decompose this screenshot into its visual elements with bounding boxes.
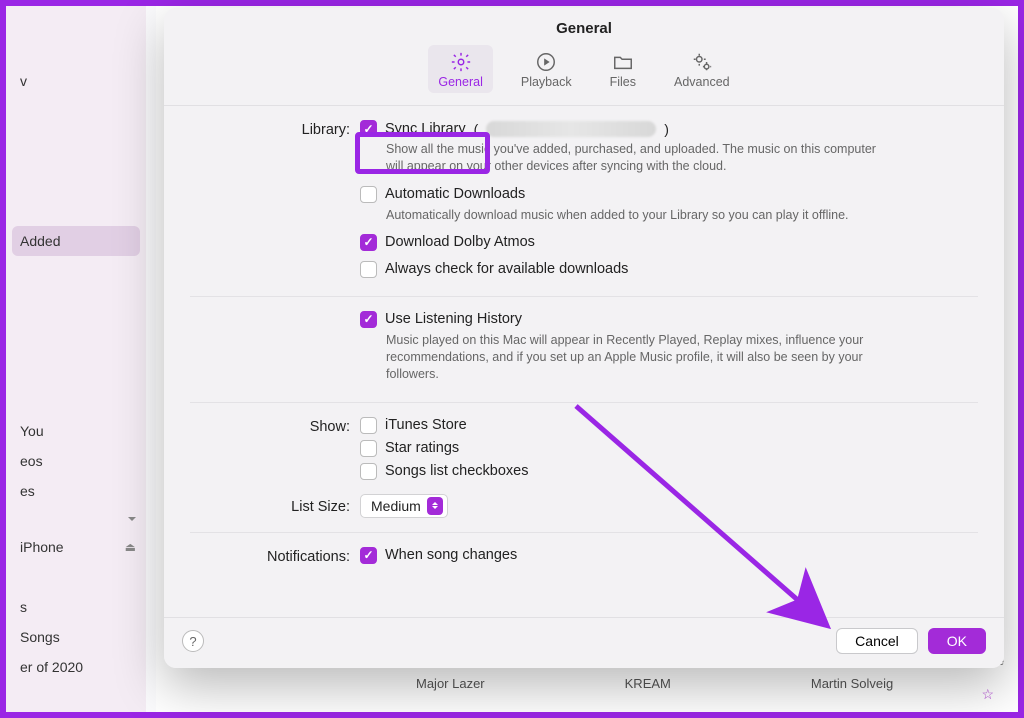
option-sync-library: Sync Library xyxy=(385,121,466,137)
section-label-show: Show: xyxy=(190,417,360,435)
chevron-down-icon xyxy=(128,517,136,525)
favorite-star-icon[interactable]: ☆ xyxy=(981,686,994,703)
option-listening-history: Use Listening History xyxy=(385,311,522,327)
cancel-button[interactable]: Cancel xyxy=(836,628,918,654)
option-always-check: Always check for available downloads xyxy=(385,261,628,277)
option-auto-downloads: Automatic Downloads xyxy=(385,186,525,202)
gears-icon xyxy=(691,51,713,73)
tab-general[interactable]: General xyxy=(428,45,492,93)
help-button[interactable]: ? xyxy=(182,630,204,652)
option-dolby-atmos: Download Dolby Atmos xyxy=(385,234,535,250)
folder-icon xyxy=(612,51,634,73)
dialog-tabbar: General Playback Files Advanced xyxy=(164,41,1004,106)
list-size-select[interactable]: Medium xyxy=(360,494,448,518)
tab-playback[interactable]: Playback xyxy=(511,45,582,93)
redacted-account xyxy=(486,121,656,137)
checkbox-listening-history[interactable] xyxy=(360,311,377,328)
option-songs-list: Songs list checkboxes xyxy=(385,463,528,479)
checkbox-itunes-store[interactable] xyxy=(360,417,377,434)
checkbox-star-ratings[interactable] xyxy=(360,440,377,457)
app-sidebar: v Added You eos es iPhone⏏ s Songs er of… xyxy=(6,6,146,712)
separator xyxy=(190,296,978,297)
dialog-footer: ? Cancel OK xyxy=(164,617,1004,668)
option-desc: Automatically download music when added … xyxy=(386,207,886,224)
separator xyxy=(190,402,978,403)
dialog-title: General xyxy=(164,8,1004,41)
checkbox-always-check[interactable] xyxy=(360,261,377,278)
sidebar-chevron[interactable] xyxy=(6,506,146,532)
sidebar-item[interactable]: eos xyxy=(6,446,146,476)
paren-close: ) xyxy=(664,121,669,137)
sidebar-item[interactable]: Songs xyxy=(6,622,146,652)
tab-label: Files xyxy=(610,75,636,89)
tab-files[interactable]: Files xyxy=(600,45,646,93)
ok-button[interactable]: OK xyxy=(928,628,986,654)
paren-open: ( xyxy=(474,121,479,137)
option-song-changes: When song changes xyxy=(385,547,517,563)
sidebar-item-iphone[interactable]: iPhone⏏ xyxy=(6,532,146,562)
sidebar-item[interactable]: es xyxy=(6,476,146,506)
sidebar-item[interactable]: s xyxy=(6,592,146,622)
sidebar-item-added[interactable]: Added xyxy=(12,226,140,256)
checkbox-dolby-atmos[interactable] xyxy=(360,234,377,251)
option-itunes-store: iTunes Store xyxy=(385,417,467,433)
option-desc: Show all the music you've added, purchas… xyxy=(386,141,886,176)
tab-label: General xyxy=(438,75,482,89)
artist-label: Martin Solveig xyxy=(811,676,893,691)
eject-icon[interactable]: ⏏ xyxy=(125,540,136,554)
sidebar-item[interactable]: v xyxy=(6,66,146,96)
play-circle-icon xyxy=(535,51,557,73)
section-label-library: Library: xyxy=(190,120,360,138)
tab-label: Playback xyxy=(521,75,572,89)
sidebar-item[interactable]: You xyxy=(6,416,146,446)
artist-label: KREAM xyxy=(625,676,671,691)
separator xyxy=(190,532,978,533)
select-value: Medium xyxy=(371,498,421,514)
section-label-notifications: Notifications: xyxy=(190,547,360,565)
tab-label: Advanced xyxy=(674,75,730,89)
checkbox-songs-list[interactable] xyxy=(360,463,377,480)
checkbox-song-changes[interactable] xyxy=(360,547,377,564)
section-label-list-size: List Size: xyxy=(190,497,360,515)
artist-label: Major Lazer xyxy=(416,676,485,691)
checkbox-auto-downloads[interactable] xyxy=(360,186,377,203)
option-star-ratings: Star ratings xyxy=(385,440,459,456)
preferences-dialog: General General Playback Files Advanced xyxy=(164,8,1004,668)
select-caret-icon xyxy=(427,497,443,515)
tab-advanced[interactable]: Advanced xyxy=(664,45,740,93)
option-desc: Music played on this Mac will appear in … xyxy=(386,332,886,384)
checkbox-sync-library[interactable] xyxy=(360,120,377,137)
sidebar-item[interactable]: er of 2020 xyxy=(6,652,146,682)
gear-icon xyxy=(450,51,472,73)
